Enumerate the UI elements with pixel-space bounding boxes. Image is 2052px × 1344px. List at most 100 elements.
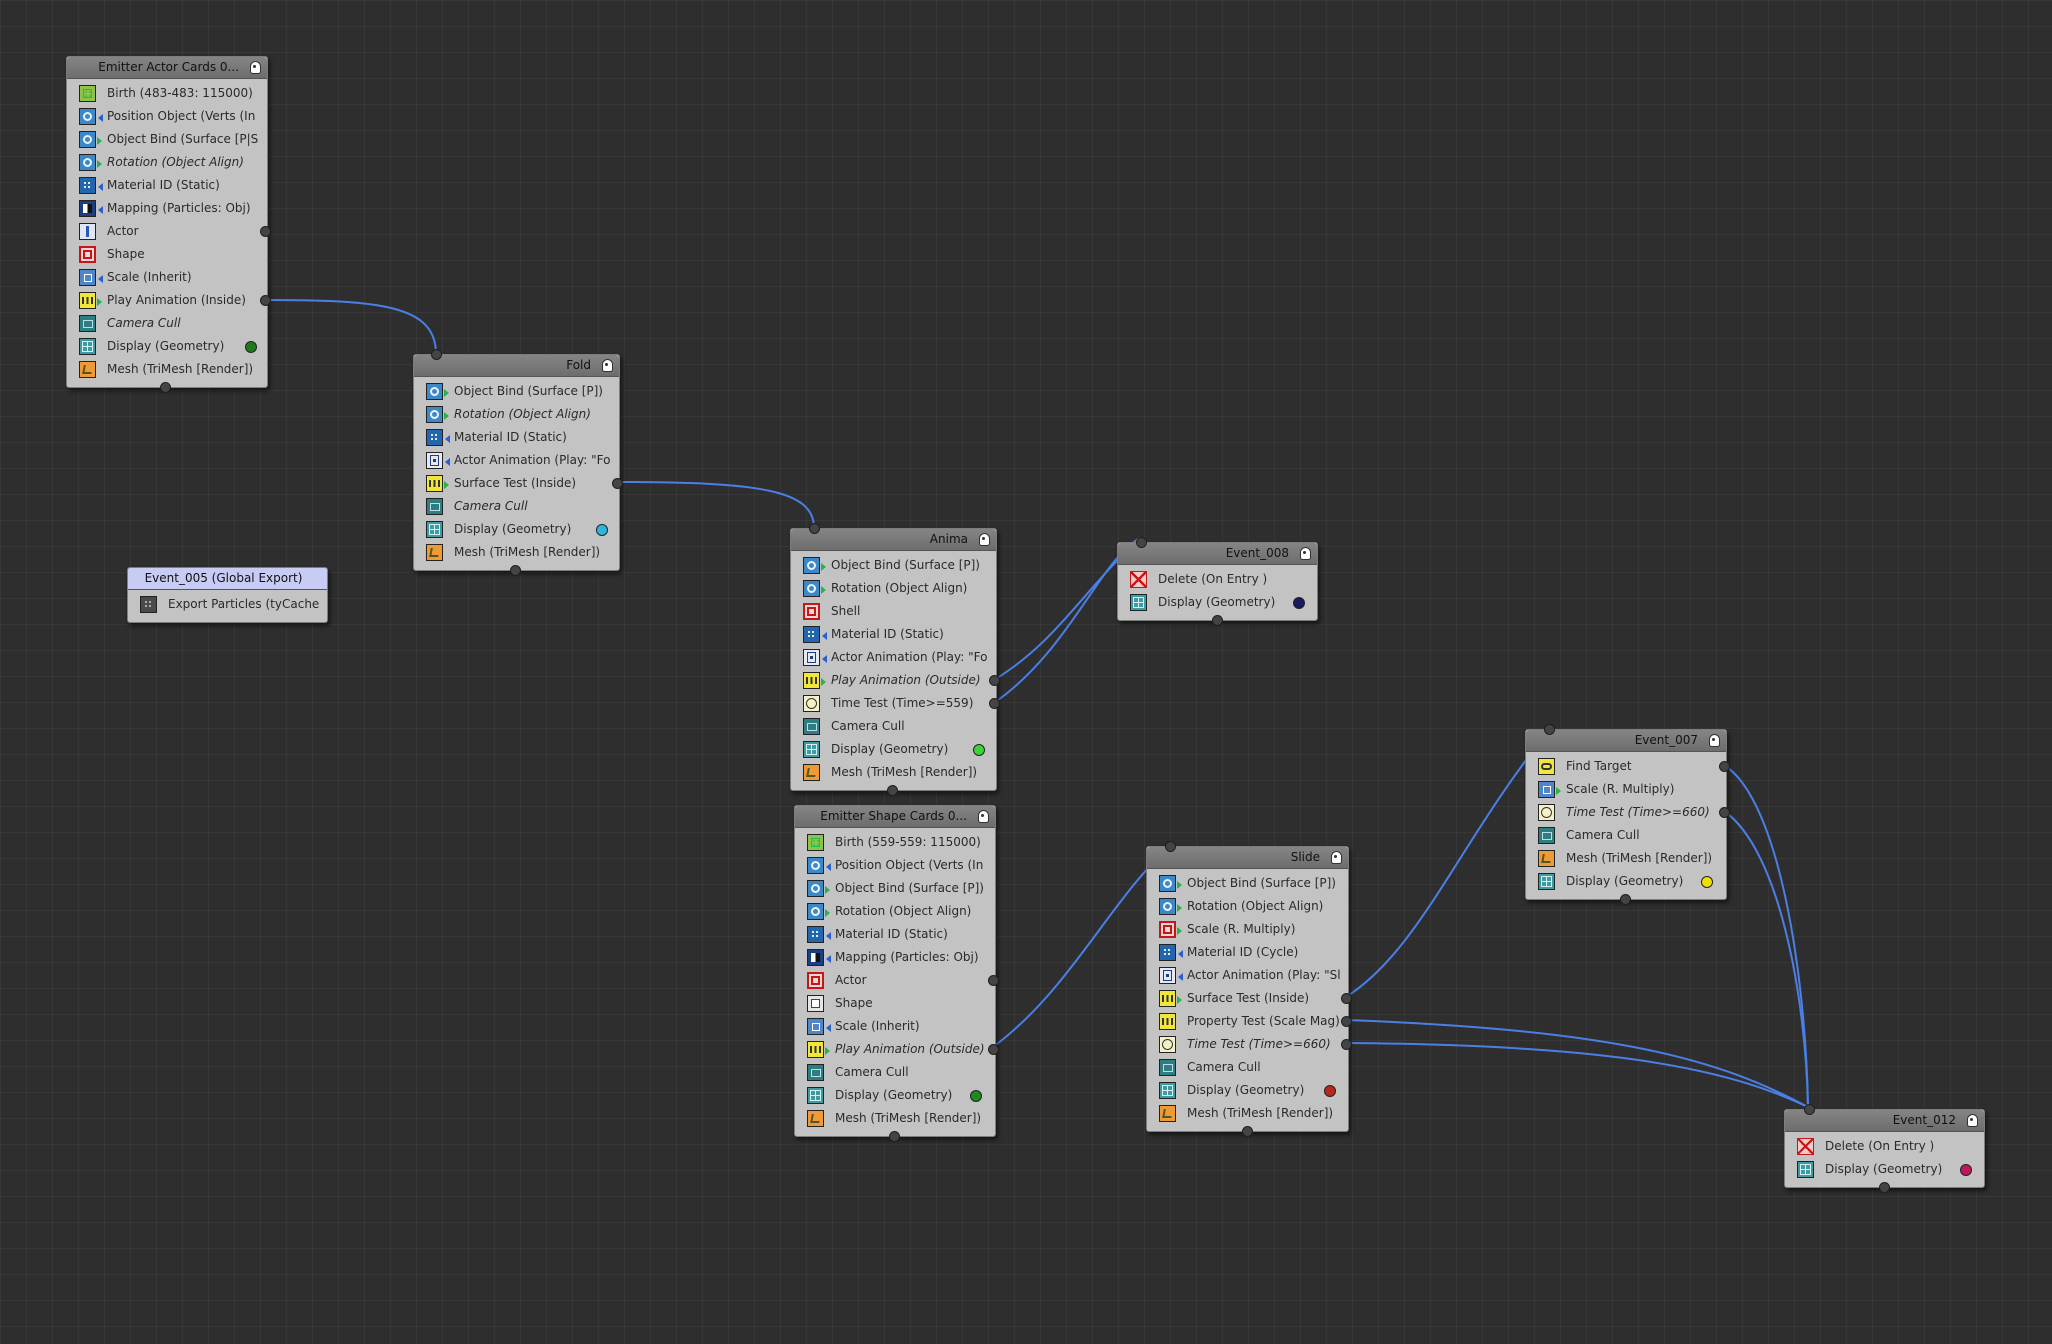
- operator-camera-cull[interactable]: Camera Cull: [1147, 1056, 1348, 1079]
- lightbulb-icon[interactable]: [1331, 851, 1342, 864]
- operator-scale[interactable]: Scale (Inherit): [795, 1015, 995, 1038]
- operator-time-test[interactable]: Time Test (Time>=660): [1526, 801, 1730, 824]
- operator-object-bind[interactable]: Object Bind (Surface [P|S]): [67, 128, 267, 151]
- operator-scale[interactable]: Scale (R. Multiply): [1526, 778, 1726, 801]
- operator-object-bind[interactable]: Object Bind (Surface [P]): [795, 877, 995, 900]
- output-port[interactable]: [260, 226, 271, 237]
- operator-mapping[interactable]: Mapping (Particles: Obj): [795, 946, 995, 969]
- node-slide[interactable]: Slide Object Bind (Surface [P]) Rotation…: [1146, 841, 1352, 1137]
- output-port[interactable]: [1341, 993, 1352, 1004]
- lightbulb-icon[interactable]: [602, 359, 613, 372]
- operator-surface-test[interactable]: Surface Test (Inside): [1147, 987, 1352, 1010]
- output-port[interactable]: [1341, 1016, 1352, 1027]
- operator-material-id[interactable]: Material ID (Static): [67, 174, 267, 197]
- bottom-output-port[interactable]: [1212, 615, 1223, 626]
- node-event-012[interactable]: Event_012 Delete (On Entry ) Display (Ge…: [1784, 1104, 1985, 1193]
- input-port[interactable]: [809, 523, 820, 534]
- operator-display[interactable]: Display (Geometry): [414, 518, 619, 541]
- operator-actor[interactable]: Actor: [67, 220, 271, 243]
- operator-display[interactable]: Display (Geometry): [1785, 1158, 1984, 1181]
- operator-material-id[interactable]: Material ID (Cycle): [1147, 941, 1348, 964]
- output-port[interactable]: [260, 295, 271, 306]
- node-fold[interactable]: Fold Object Bind (Surface [P]) Rotation …: [413, 349, 623, 576]
- input-port[interactable]: [431, 349, 442, 360]
- lightbulb-icon[interactable]: [1967, 1114, 1978, 1127]
- output-port[interactable]: [1719, 761, 1730, 772]
- operator-camera-cull[interactable]: Camera Cull: [791, 715, 996, 738]
- bottom-output-port[interactable]: [510, 565, 521, 576]
- bottom-output-port[interactable]: [1879, 1182, 1890, 1193]
- operator-rotation[interactable]: Rotation (Object Align): [67, 151, 267, 174]
- operator-actor-animation[interactable]: Actor Animation (Play: "Fol...: [791, 646, 996, 669]
- operator-display[interactable]: Display (Geometry): [1118, 591, 1317, 614]
- input-port[interactable]: [1136, 537, 1147, 548]
- operator-display[interactable]: Display (Geometry): [791, 738, 996, 761]
- operator-mesh[interactable]: Mesh (TriMesh [Render]): [67, 358, 267, 381]
- operator-actor[interactable]: Actor: [795, 969, 999, 992]
- display-color-swatch[interactable]: [973, 744, 985, 756]
- operator-export-particles[interactable]: Export Particles (tyCache): [128, 593, 327, 616]
- display-color-swatch[interactable]: [1701, 876, 1713, 888]
- operator-scale[interactable]: Scale (Inherit): [67, 266, 267, 289]
- input-port[interactable]: [1544, 724, 1555, 735]
- operator-mapping[interactable]: Mapping (Particles: Obj): [67, 197, 267, 220]
- operator-play-animation[interactable]: Play Animation (Inside): [67, 289, 271, 312]
- operator-display[interactable]: Display (Geometry): [795, 1084, 995, 1107]
- output-port[interactable]: [1341, 1039, 1352, 1050]
- operator-rotation[interactable]: Rotation (Object Align): [1147, 895, 1348, 918]
- node-title-emitter-actor-cards[interactable]: Emitter Actor Cards 0...: [67, 57, 267, 79]
- node-event-005-global-export[interactable]: Event_005 (Global Export) Export Particl…: [127, 567, 328, 623]
- operator-object-bind[interactable]: Object Bind (Surface [P]): [1147, 872, 1348, 895]
- node-title-anima[interactable]: Anima: [791, 529, 996, 551]
- display-color-swatch[interactable]: [596, 524, 608, 536]
- operator-actor-animation[interactable]: Actor Animation (Play: "Sli...: [1147, 964, 1348, 987]
- operator-time-test[interactable]: Time Test (Time>=660): [1147, 1033, 1352, 1056]
- operator-birth[interactable]: Birth (483-483: 115000): [67, 82, 267, 105]
- operator-property-test[interactable]: Property Test (Scale Mag): [1147, 1010, 1352, 1033]
- lightbulb-icon[interactable]: [978, 810, 989, 823]
- display-color-swatch[interactable]: [1960, 1164, 1972, 1176]
- operator-mesh[interactable]: Mesh (TriMesh [Render]): [795, 1107, 995, 1130]
- output-port[interactable]: [989, 675, 1000, 686]
- node-title-fold[interactable]: Fold: [414, 355, 619, 377]
- operator-camera-cull[interactable]: Camera Cull: [1526, 824, 1726, 847]
- node-title-emitter-shape-cards[interactable]: Emitter Shape Cards 0...: [795, 806, 995, 828]
- operator-display[interactable]: Display (Geometry): [1526, 870, 1726, 893]
- operator-surface-test[interactable]: Surface Test (Inside): [414, 472, 623, 495]
- operator-scale[interactable]: Scale (R. Multiply): [1147, 918, 1348, 941]
- operator-delete[interactable]: Delete (On Entry ): [1785, 1135, 1984, 1158]
- operator-camera-cull[interactable]: Camera Cull: [67, 312, 267, 335]
- operator-shape[interactable]: Shape: [795, 992, 995, 1015]
- operator-find-target[interactable]: Find Target: [1526, 755, 1730, 778]
- operator-rotation[interactable]: Rotation (Object Align): [795, 900, 995, 923]
- operator-birth[interactable]: Birth (559-559: 115000): [795, 831, 995, 854]
- operator-mesh[interactable]: Mesh (TriMesh [Render]): [1147, 1102, 1348, 1125]
- bottom-output-port[interactable]: [889, 1131, 900, 1142]
- output-port[interactable]: [988, 1044, 999, 1055]
- operator-material-id[interactable]: Material ID (Static): [414, 426, 619, 449]
- lightbulb-icon[interactable]: [1300, 547, 1311, 560]
- operator-material-id[interactable]: Material ID (Static): [791, 623, 996, 646]
- operator-shell[interactable]: Shell: [791, 600, 996, 623]
- operator-camera-cull[interactable]: Camera Cull: [414, 495, 619, 518]
- node-anima[interactable]: Anima Object Bind (Surface [P]) Rotation…: [790, 523, 1000, 796]
- bottom-output-port[interactable]: [887, 785, 898, 796]
- operator-position-object[interactable]: Position Object (Verts (In O...: [795, 854, 995, 877]
- node-title-event-005[interactable]: Event_005 (Global Export): [128, 568, 327, 590]
- node-event-007[interactable]: Event_007 Find Target Scale (R. Multiply…: [1525, 724, 1730, 905]
- operator-play-animation[interactable]: Play Animation (Outside): [791, 669, 1000, 692]
- bottom-output-port[interactable]: [1242, 1126, 1253, 1137]
- operator-display[interactable]: Display (Geometry): [1147, 1079, 1348, 1102]
- node-title-slide[interactable]: Slide: [1147, 847, 1348, 869]
- node-event-008[interactable]: Event_008 Delete (On Entry ) Display (Ge…: [1117, 537, 1318, 626]
- operator-object-bind[interactable]: Object Bind (Surface [P]): [791, 554, 996, 577]
- bottom-output-port[interactable]: [1620, 894, 1631, 905]
- node-title-event-008[interactable]: Event_008: [1118, 543, 1317, 565]
- display-color-swatch[interactable]: [1293, 597, 1305, 609]
- lightbulb-icon[interactable]: [979, 533, 990, 546]
- operator-mesh[interactable]: Mesh (TriMesh [Render]): [414, 541, 619, 564]
- operator-object-bind[interactable]: Object Bind (Surface [P]): [414, 380, 619, 403]
- node-title-event-007[interactable]: Event_007: [1526, 730, 1726, 752]
- operator-position-object[interactable]: Position Object (Verts (In O...: [67, 105, 267, 128]
- input-port[interactable]: [1165, 841, 1176, 852]
